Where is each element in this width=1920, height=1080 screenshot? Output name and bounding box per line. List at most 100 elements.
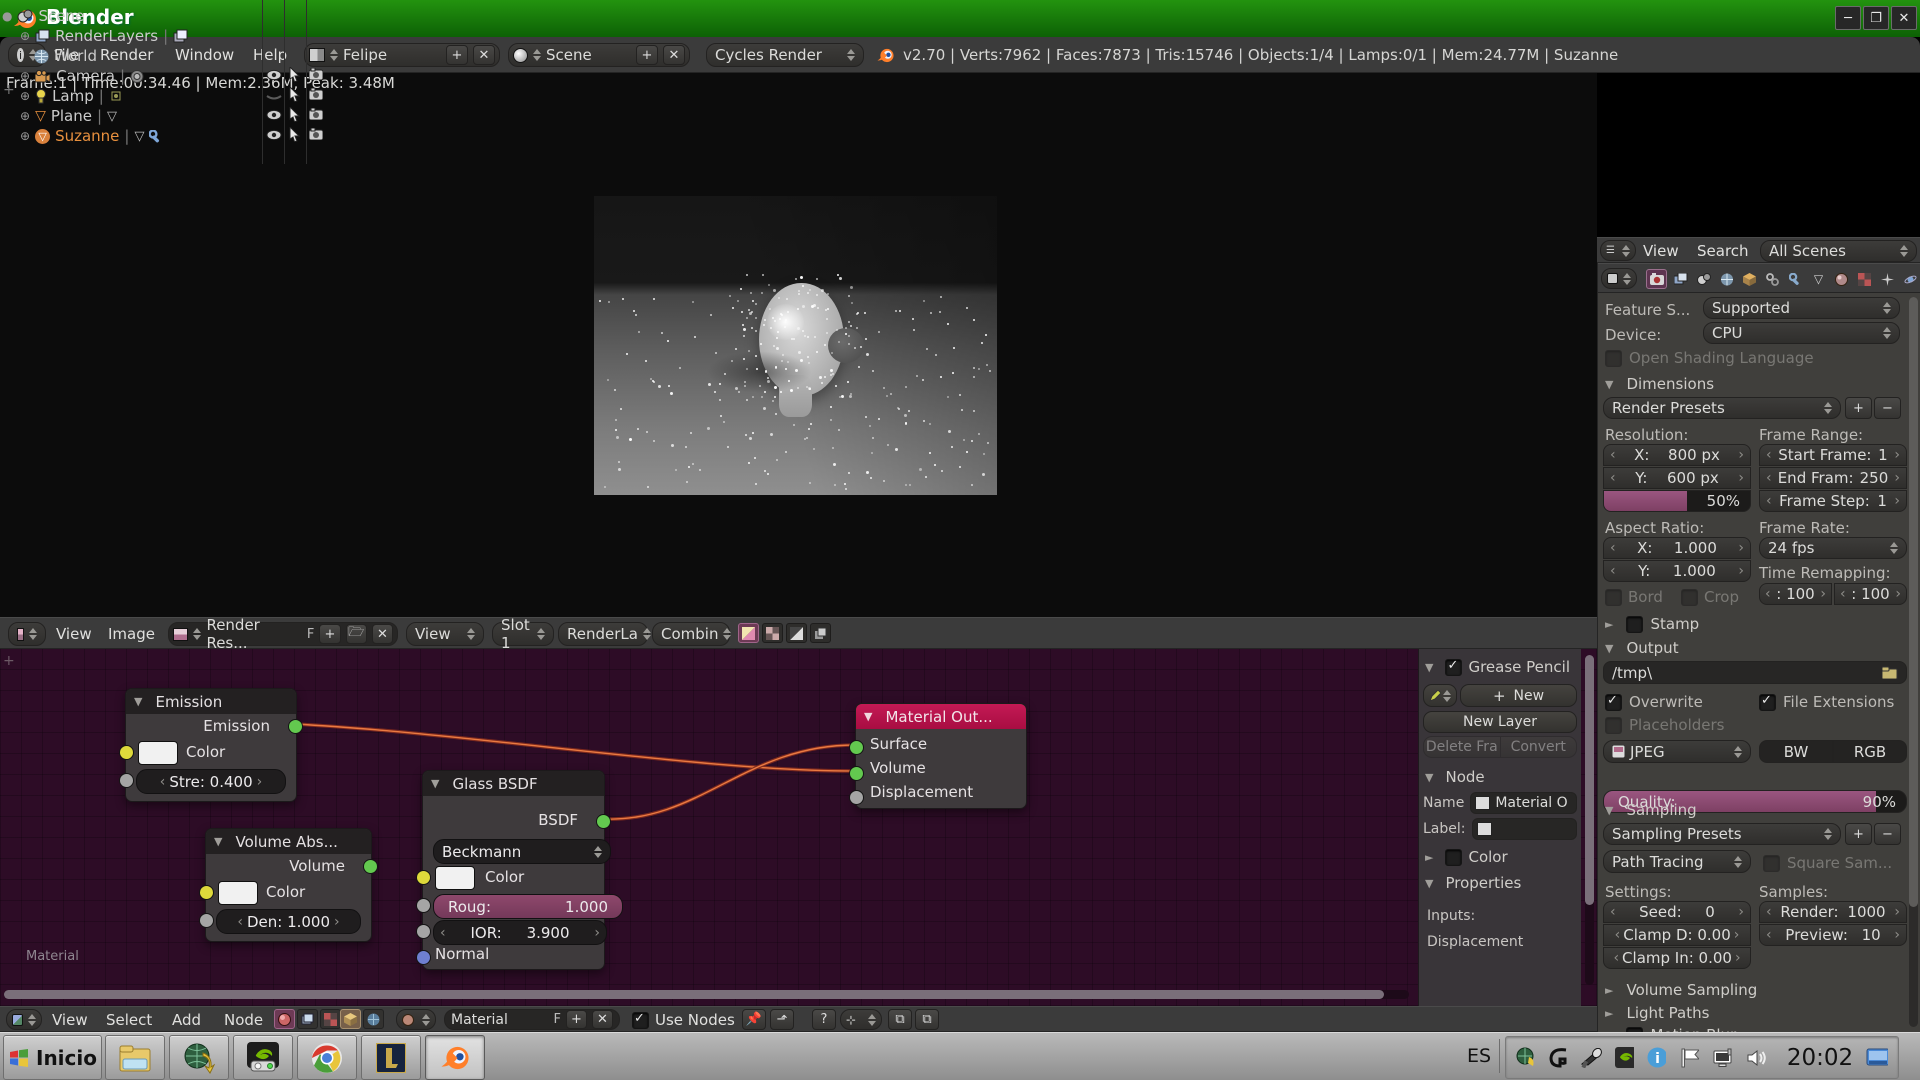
resolution-y-field[interactable]: ‹Y:600 px› — [1603, 467, 1751, 489]
square-samples-toggle[interactable]: Square Sam... — [1763, 854, 1892, 872]
tab-render[interactable] — [1646, 269, 1667, 289]
node-volume-absorption[interactable]: ▼ Volume Abs... Volume Color ‹Den: 1.000… — [205, 828, 372, 942]
node-hscrollbar[interactable] — [4, 990, 1409, 999]
snap-selector[interactable]: ⊹ — [840, 1009, 882, 1030]
tab-texture[interactable] — [1855, 270, 1874, 288]
taskbar-blender[interactable] — [425, 1035, 485, 1080]
node-editor-type-selector[interactable] — [6, 1009, 42, 1030]
tray-audio-horn-icon[interactable] — [1580, 1048, 1602, 1068]
stamp-section[interactable]: ►Stamp — [1605, 615, 1699, 633]
render-engine-selector[interactable]: Cycles Render — [706, 43, 864, 67]
shader-slot-selector[interactable] — [396, 1009, 436, 1030]
auto-render-icon[interactable]: ? — [812, 1009, 836, 1030]
use-nodes-toggle[interactable]: Use Nodes — [632, 1011, 735, 1029]
overwrite-toggle[interactable]: Overwrite — [1605, 693, 1703, 711]
expander-icon[interactable]: ⊕ — [20, 89, 30, 103]
outliner-row-lamp[interactable]: ⊕ Lamp | — [20, 86, 123, 106]
tab-render-layers[interactable] — [1671, 270, 1690, 288]
output-displacement-socket[interactable] — [849, 790, 864, 805]
maximize-button[interactable]: ❐ — [1863, 6, 1889, 30]
grease-pencil-data-selector[interactable] — [1423, 684, 1457, 707]
seed-field[interactable]: ‹Seed:0› — [1603, 901, 1751, 923]
rgb-button[interactable]: RGB — [1833, 740, 1907, 763]
grease-pencil-section[interactable]: ▼ Grease Pencil — [1425, 658, 1575, 676]
output-path-field[interactable]: /tmp\ — [1603, 661, 1907, 684]
crop-toggle[interactable]: Crop — [1681, 588, 1739, 606]
tab-particles[interactable] — [1878, 270, 1897, 288]
glass-roughness-field[interactable]: Roug:1.000 — [433, 894, 623, 919]
selectable-cursor-icon[interactable] — [289, 67, 300, 82]
tray-logitech-icon[interactable] — [1548, 1047, 1567, 1068]
channel-copy-icon[interactable] — [810, 623, 831, 643]
emission-color-swatch[interactable] — [138, 741, 178, 765]
tab-modifiers[interactable] — [1786, 270, 1805, 288]
image-unlink-button[interactable]: ✕ — [372, 624, 393, 644]
border-toggle[interactable]: Bord — [1605, 588, 1663, 606]
glass-normal-socket[interactable] — [416, 950, 431, 965]
visibility-eye-closed-icon[interactable] — [266, 90, 282, 102]
visibility-eye-icon[interactable] — [266, 109, 282, 121]
emission-strength-field[interactable]: ‹Stre: 0.400› — [136, 769, 286, 794]
tray-nvidia-icon[interactable] — [1615, 1047, 1634, 1068]
show-desktop-icon[interactable] — [1866, 1048, 1888, 1068]
copy-nodes-icon[interactable]: ⧉ — [888, 1009, 912, 1030]
tray-downloader-icon[interactable] — [1516, 1047, 1535, 1068]
render-samples-field[interactable]: ‹Render:1000› — [1759, 901, 1907, 923]
taskbar-file-explorer[interactable] — [105, 1035, 165, 1080]
expander-icon[interactable]: ⊕ — [20, 109, 30, 123]
outliner-row-scene[interactable]: ● Scene — [2, 6, 84, 26]
tray-info-icon[interactable]: i — [1647, 1047, 1666, 1068]
shader-type-toggles[interactable] — [274, 1009, 341, 1029]
file-extensions-toggle[interactable]: File Extensions — [1759, 693, 1894, 711]
outliner-row-world[interactable]: World — [34, 46, 97, 66]
taskbar-web-downloader[interactable] — [169, 1035, 229, 1080]
bw-button[interactable]: BW — [1759, 740, 1833, 763]
delete-frame-button[interactable]: Delete Fra — [1423, 736, 1501, 758]
convert-button[interactable]: Convert — [1501, 736, 1578, 758]
renderable-camera-icon[interactable] — [309, 68, 323, 80]
glass-color-swatch[interactable] — [435, 866, 475, 890]
glass-roughness-socket[interactable] — [416, 898, 431, 913]
material-nodes-icon[interactable] — [274, 1009, 295, 1029]
node-vscrollbar[interactable] — [1585, 655, 1594, 985]
new-layer-button[interactable]: New Layer — [1423, 711, 1577, 733]
tab-material[interactable] — [1832, 270, 1851, 288]
emission-output-socket[interactable] — [288, 719, 303, 734]
resolution-x-field[interactable]: ‹X:800 px› — [1603, 444, 1751, 466]
image-open-icon[interactable]: 🗁 — [346, 624, 367, 644]
emission-strength-socket[interactable] — [119, 773, 134, 788]
render-layer-selector[interactable]: RenderLa — [558, 622, 648, 646]
outliner-row-renderlayers[interactable]: ⊕ RenderLayers | — [20, 26, 188, 46]
tab-world[interactable] — [1717, 270, 1736, 288]
tab-physics[interactable] — [1901, 270, 1920, 288]
material-new-button[interactable]: + — [566, 1010, 587, 1029]
sampling-preset-remove-button[interactable]: − — [1874, 823, 1901, 845]
channel-z-icon[interactable] — [786, 623, 807, 643]
world-shader-icon[interactable] — [363, 1009, 384, 1029]
image-datablock-selector[interactable]: Render Res... F + 🗁 ✕ — [168, 622, 398, 646]
material-datablock[interactable]: Material F + ✕ — [444, 1009, 620, 1030]
tab-object[interactable] — [1740, 270, 1759, 288]
light-paths-section[interactable]: ►Light Paths — [1605, 1004, 1709, 1022]
layout-close-button[interactable]: ✕ — [473, 45, 495, 65]
material-fake-user-button[interactable]: F — [554, 1012, 561, 1027]
tab-constraints[interactable] — [1763, 270, 1782, 288]
end-frame-field[interactable]: ‹End Fram:250› — [1759, 467, 1907, 489]
channel-color-alpha-icon[interactable] — [738, 623, 759, 643]
frame-step-field[interactable]: ‹Frame Step:1› — [1759, 490, 1907, 512]
image-editor-type-selector[interactable] — [8, 622, 46, 646]
scene-close-button[interactable]: ✕ — [663, 45, 685, 65]
clock[interactable]: 20:02 — [1787, 1045, 1853, 1071]
expander-icon[interactable]: ⊕ — [20, 69, 30, 83]
scene-add-button[interactable]: + — [636, 45, 658, 65]
properties-scrollbar[interactable] — [1909, 297, 1918, 1027]
node-name-field[interactable]: Material O — [1470, 792, 1577, 814]
glass-output-socket[interactable] — [596, 814, 611, 829]
node-editor[interactable]: + ▼ Emission Emission Color ‹Stre: 0.400… — [0, 649, 1597, 1006]
render-slot-selector[interactable]: Slot 1 — [492, 622, 554, 646]
node-glass-bsdf[interactable]: ▼ Glass BSDF BSDF Beckmann Color Roug:1.… — [422, 770, 605, 970]
outliner-row-plane[interactable]: ⊕ ▽ Plane | ▽ — [20, 106, 117, 126]
volume-color-swatch[interactable] — [218, 881, 258, 905]
grease-pencil-new-button[interactable]: +New — [1460, 684, 1577, 707]
selectable-cursor-icon[interactable] — [289, 107, 300, 122]
